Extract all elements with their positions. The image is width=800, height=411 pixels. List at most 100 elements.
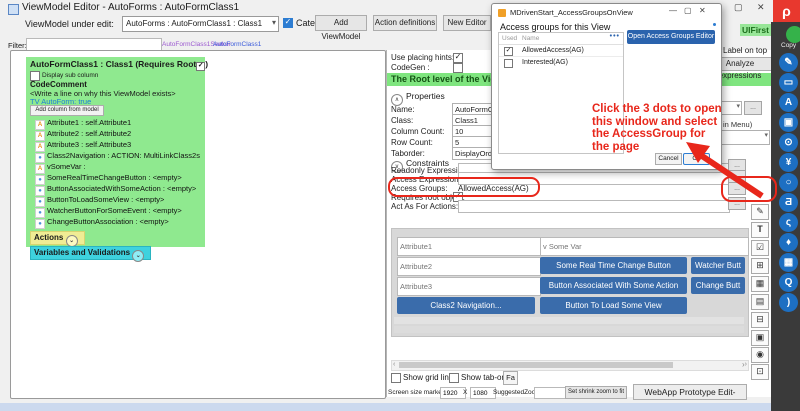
properties-section-header[interactable]: ∧Properties (391, 91, 445, 106)
rectangle-icon[interactable]: ▭ (779, 73, 798, 92)
image-tool-icon[interactable]: ▤ (751, 294, 769, 310)
access-group-row[interactable]: Interested(AG) (499, 58, 623, 67)
ellipse-icon[interactable]: ○ (779, 173, 798, 192)
window-close-button[interactable]: ✕ (757, 2, 765, 13)
calendar-tool-icon[interactable]: ▦ (751, 276, 769, 292)
designer-field-attribute1[interactable] (397, 237, 541, 256)
show-grid-lines-checkbox[interactable] (391, 373, 401, 383)
annotation-line: Click the 3 dots to open (592, 103, 722, 116)
display-sub-column-label: Display sub column (42, 72, 98, 79)
dialog-minimize-button[interactable]: — (669, 6, 677, 15)
image-icon[interactable]: ▦ (779, 253, 798, 272)
tree-item-label: Attribute3 : self.Attribute3 (47, 140, 131, 149)
list-header-divider (499, 44, 623, 45)
partial-ellipsis-button[interactable]: ... (744, 101, 762, 115)
checkbox-tool-icon[interactable]: ☑ (751, 240, 769, 256)
lasso-icon[interactable]: Ƌ (779, 193, 798, 212)
strip-more-arrow-icon[interactable]: › (742, 360, 745, 369)
class-value: Class1 (455, 116, 478, 125)
text-tool-icon[interactable]: T (751, 222, 769, 238)
designer-field-attribute3[interactable] (397, 277, 541, 296)
designer-button-associated[interactable]: Button Associated With Some Action (540, 277, 687, 294)
dialog-heading: Access groups for this View (500, 22, 610, 32)
webapp-prototype-button[interactable]: WebApp Prototype Edit-Mode (633, 384, 747, 400)
action-definitions-button[interactable]: Action definitions (373, 15, 437, 31)
new-editor-button[interactable]: New Editor (443, 15, 491, 31)
list-col-name: Name (522, 35, 539, 42)
blur-drop-icon[interactable]: ♦ (779, 233, 798, 252)
fa-button[interactable]: Fa (503, 371, 518, 385)
viewmodel-dropdown[interactable]: AutoForms : AutoFormClass1 : Class1 ▾ (122, 16, 279, 32)
chevron-down-icon: ▾ (272, 18, 276, 27)
set-shrink-zoom-button[interactable]: Set shrink zoom to fit (565, 386, 627, 399)
codegen-checkbox[interactable] (453, 63, 463, 73)
add-column-from-model-button[interactable]: Add column from model (30, 105, 104, 116)
power-icon[interactable]: ⊙ (779, 133, 798, 152)
scroll-left-icon[interactable]: ‹ (393, 361, 395, 368)
dialog-close-button[interactable]: ✕ (699, 6, 706, 15)
chevron-down-icon[interactable]: ⌄ (132, 250, 144, 262)
act-as-for-actions-label: Act As For Actions: (391, 202, 458, 211)
actions-badge[interactable]: Actions ⌄ (30, 231, 85, 245)
printer-tool-icon[interactable]: ⊡ (751, 364, 769, 380)
camera-tool-icon[interactable]: ◉ (751, 347, 769, 363)
window-title: ViewModel Editor - AutoForms : AutoFormC… (22, 2, 239, 13)
squiggle-icon[interactable]: ς (779, 213, 798, 232)
designer-button-loadview[interactable]: Button To Load Some View (540, 297, 687, 314)
designer-button-realtime[interactable]: Some Real Time Change Button (540, 257, 687, 274)
categ-checkbox[interactable] (283, 18, 293, 28)
requires-root-checkbox[interactable] (196, 62, 205, 71)
designer-button-class2nav[interactable]: Class2 Navigation... (397, 297, 535, 314)
window-maximize-button[interactable]: ▢ (734, 2, 743, 13)
dialog-maximize-button[interactable]: ▢ (684, 6, 692, 15)
access-group-row[interactable]: AllowedAccess(AG) (499, 46, 623, 55)
add-form-tool-icon[interactable]: ⊞ (751, 258, 769, 274)
filter-link-class[interactable]: AutoFormClass1 (213, 41, 261, 48)
filter-label: Filter: (8, 41, 27, 50)
designer-button-watcher[interactable]: Watcher Butt (691, 257, 745, 274)
record-icon[interactable] (786, 26, 800, 43)
column-count-label: Column Count: (391, 127, 444, 136)
capture-app-logo[interactable]: ρ (773, 0, 800, 22)
variables-validations-badge[interactable]: Variables and Validations ⌄ (30, 246, 151, 260)
horizontal-scrollbar[interactable]: ‹ › (391, 360, 749, 371)
app-icon (8, 4, 19, 15)
access-group-checkbox[interactable] (504, 59, 513, 68)
viewmodel-tree: AutoFormClass1 : Class1 (Requires Root) … (26, 57, 205, 247)
list-menu-dots-icon[interactable]: ••• (610, 33, 620, 40)
tree-item[interactable]: ●ChangeButtonAssociation : <empty> (35, 217, 169, 229)
designer-button-change[interactable]: Change Butt (691, 277, 745, 294)
access-group-checkbox[interactable] (504, 47, 513, 56)
frame-tool-icon[interactable]: ▣ (751, 330, 769, 346)
action-icon: ● (35, 219, 45, 229)
search-icon[interactable]: Q (779, 273, 798, 292)
add-viewmodel-button[interactable]: Add ViewModel (315, 15, 367, 31)
designer-field-somevar[interactable] (540, 237, 749, 256)
tree-item-label: WatcherButtonForSomeEvent : <empty> (47, 206, 182, 215)
scrollbar-thumb[interactable] (399, 362, 673, 368)
suggested-zoom-input[interactable] (534, 387, 568, 399)
copy-label: Copy (781, 42, 796, 49)
open-access-groups-editor-button[interactable]: Open Access Groups Editor (627, 30, 715, 44)
curve-bracket-icon[interactable]: ) (779, 293, 798, 312)
annotation-oval-access-groups (388, 177, 540, 197)
column-count-value: 10 (455, 127, 463, 136)
use-placing-hints-checkbox[interactable] (453, 53, 463, 63)
pill-tool-icon[interactable]: ⊟ (751, 312, 769, 328)
show-tab-order-checkbox[interactable] (449, 373, 459, 383)
taborder-label: Taborder: (391, 149, 425, 158)
tree-header: AutoFormClass1 : Class1 (Requires Root) (30, 59, 208, 71)
currency-icon[interactable]: ¥ (779, 153, 798, 172)
annotation-arrow (660, 138, 780, 208)
designer-empty-row (394, 317, 744, 324)
image-frame-icon[interactable]: ▣ (779, 113, 798, 132)
tree-item-label: ButtonAssociatedWithSomeAction : <empty> (47, 184, 196, 193)
pen-icon[interactable]: ✎ (779, 53, 798, 72)
taborder-input[interactable]: DisplayOrde (452, 147, 493, 160)
screen-size-marker-label: Screen size marker (388, 389, 444, 396)
designer-field-attribute2[interactable] (397, 257, 541, 276)
text-annotation-icon[interactable]: A (779, 93, 798, 112)
list-col-used: Used (502, 35, 517, 42)
scroll-right-icon[interactable]: › (745, 361, 747, 368)
tree-item-label: vSomeVar : (47, 162, 86, 171)
